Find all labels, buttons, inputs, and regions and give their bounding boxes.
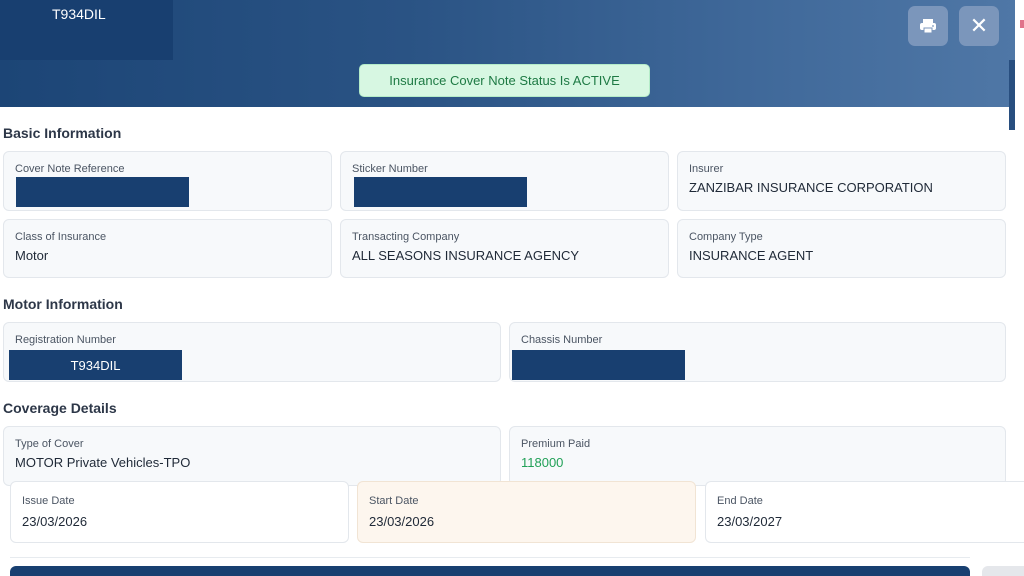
scrollbar-edge[interactable]: [1009, 60, 1015, 130]
bottom-secondary-button[interactable]: [982, 566, 1024, 576]
section-title-coverage: Coverage Details: [3, 400, 117, 416]
card-label: Sticker Number: [352, 163, 428, 175]
card-type-of-cover: Type of Cover MOTOR Private Vehicles-TPO: [3, 426, 501, 486]
close-icon: ✕: [969, 13, 989, 38]
card-class-of-insurance: Class of Insurance Motor: [3, 219, 332, 278]
card-label: Class of Insurance: [15, 231, 107, 243]
section-title-basic: Basic Information: [3, 125, 122, 141]
card-value: INSURANCE AGENT: [689, 248, 814, 263]
card-premium-paid: Premium Paid 118000: [509, 426, 1006, 486]
card-value: 23/03/2026: [22, 514, 88, 529]
card-value: ZANZIBAR INSURANCE CORPORATION: [689, 180, 933, 195]
card-label: Chassis Number: [521, 334, 603, 346]
status-text: Insurance Cover Note Status Is ACTIVE: [389, 73, 620, 88]
card-end-date: End Date 23/03/2027: [705, 481, 1024, 543]
card-transacting-company: Transacting Company ALL SEASONS INSURANC…: [340, 219, 669, 278]
card-label: Cover Note Reference: [15, 163, 125, 175]
status-badge: Insurance Cover Note Status Is ACTIVE: [359, 64, 650, 97]
card-value: Motor: [15, 248, 49, 263]
header-plate-number: T934DIL: [52, 6, 106, 22]
close-button[interactable]: ✕: [959, 6, 999, 46]
card-issue-date: Issue Date 23/03/2026: [10, 481, 349, 543]
redaction-box: [354, 177, 527, 207]
card-label: Start Date: [369, 495, 419, 507]
section-title-motor: Motor Information: [3, 296, 123, 312]
card-start-date: Start Date 23/03/2026: [357, 481, 696, 543]
header-title-block: T934DIL: [0, 0, 173, 60]
card-value: 23/03/2027: [717, 514, 783, 529]
print-button[interactable]: [908, 6, 948, 46]
window-edge-marker: [1020, 20, 1024, 28]
card-insurer: Insurer ZANZIBAR INSURANCE CORPORATION: [677, 151, 1006, 211]
card-value: ALL SEASONS INSURANCE AGENCY: [352, 248, 580, 263]
card-label: End Date: [717, 495, 763, 507]
bottom-action-bar[interactable]: [10, 566, 970, 576]
redaction-box: [512, 350, 685, 380]
card-label: Company Type: [689, 231, 763, 243]
redaction-box: [16, 177, 189, 207]
registration-number-value: T934DIL: [9, 350, 182, 380]
premium-paid-value: 118000: [521, 455, 564, 470]
printer-icon: [920, 19, 936, 34]
card-label: Type of Cover: [15, 438, 84, 450]
card-label: Registration Number: [15, 334, 116, 346]
card-label: Transacting Company: [352, 231, 460, 243]
card-company-type: Company Type INSURANCE AGENT: [677, 219, 1006, 278]
divider: [10, 557, 970, 558]
card-value: MOTOR Private Vehicles-TPO: [15, 455, 191, 470]
card-label: Premium Paid: [521, 438, 591, 450]
card-value: 23/03/2026: [369, 514, 435, 529]
card-label: Insurer: [689, 163, 724, 175]
card-label: Issue Date: [22, 495, 75, 507]
